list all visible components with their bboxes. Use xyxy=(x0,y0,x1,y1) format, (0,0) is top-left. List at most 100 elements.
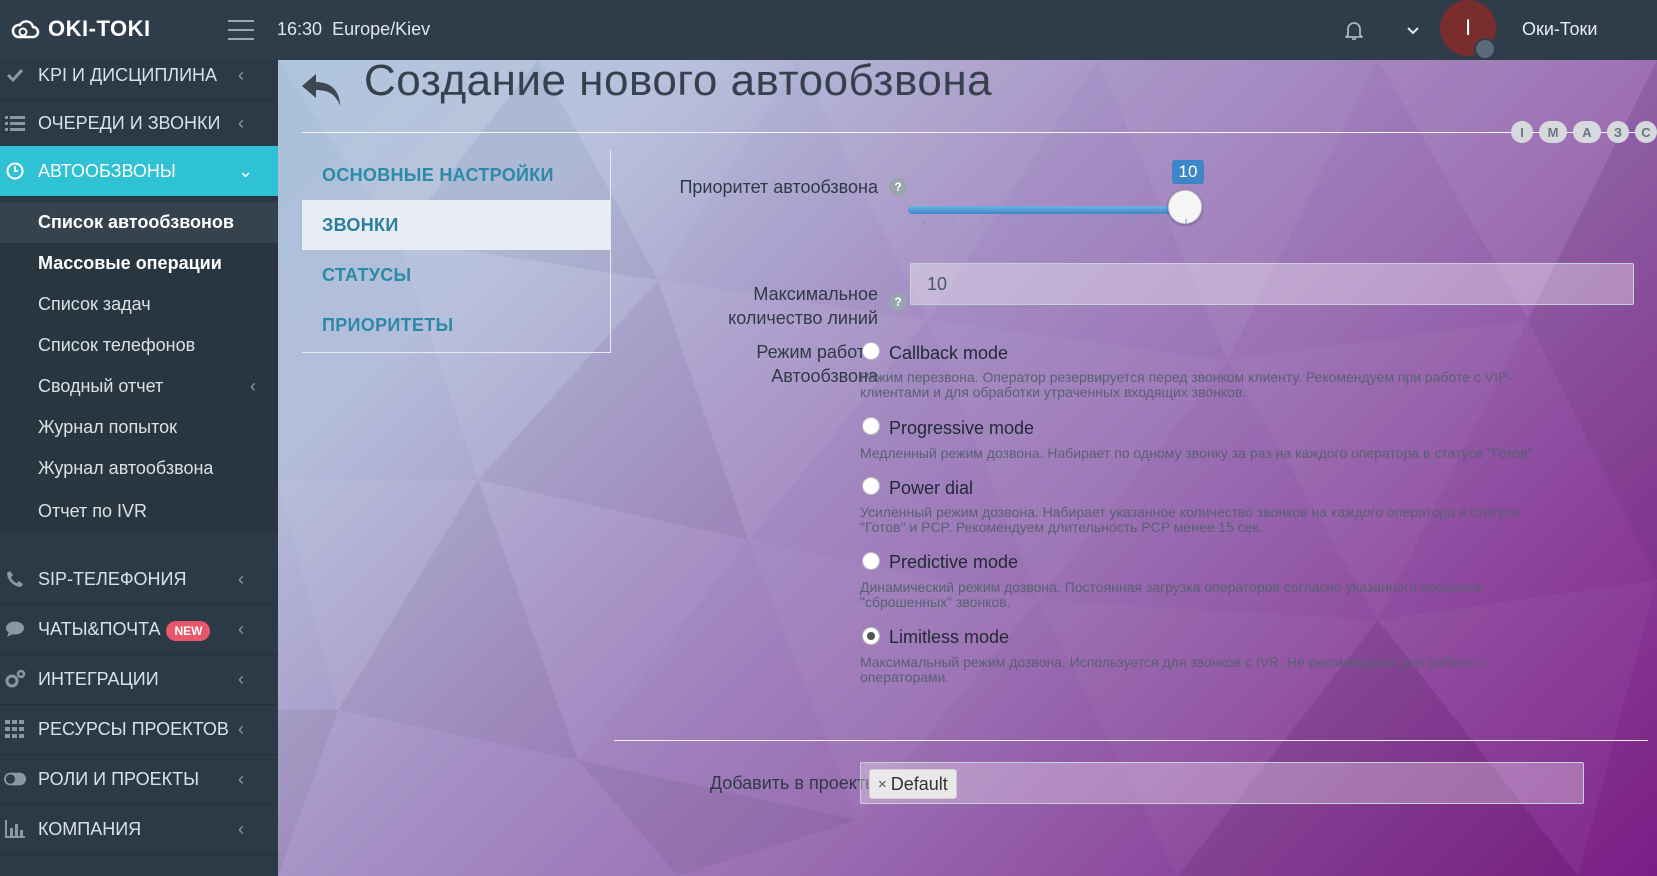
step-i[interactable]: I xyxy=(1511,121,1533,143)
check-icon xyxy=(4,64,26,86)
bell-icon[interactable] xyxy=(1342,18,1366,42)
mode-label-line1: Режим работы xyxy=(756,342,878,362)
form-divider xyxy=(614,740,1648,741)
step-m[interactable]: M xyxy=(1539,121,1567,143)
cloud-logo-icon xyxy=(11,20,40,39)
tab-calls[interactable]: ЗВОНКИ xyxy=(302,200,610,250)
back-arrow-icon[interactable] xyxy=(300,70,344,110)
sidebar-sub-summary-report[interactable]: Сводный отчет ‹ xyxy=(0,366,278,407)
sidebar-item-label: КОМПАНИЯ xyxy=(38,818,142,839)
timezone: Europe/Kiev xyxy=(332,19,431,39)
page-title: Создание нового автообзвона xyxy=(364,60,993,105)
sidebar-sub-ivr-report[interactable]: Отчет по IVR xyxy=(0,489,278,533)
radio-predictive-mode[interactable] xyxy=(862,552,880,570)
time: 16:30 xyxy=(277,19,323,39)
project-tag-default: × Default xyxy=(869,769,957,799)
projects-select[interactable]: × Default xyxy=(860,762,1584,804)
slider-ticks xyxy=(923,219,1187,226)
sidebar-sub-attempts-log[interactable]: Журнал попыток xyxy=(0,407,278,448)
sidebar: KPI И ДИСЦИПЛИНА ‹ ОЧЕРЕДИ И ЗВОНКИ ‹ АВ… xyxy=(0,60,278,876)
radio-limitless-mode[interactable] xyxy=(862,627,880,645)
chevron-left-icon: ‹ xyxy=(238,718,244,739)
progressive-mode-label[interactable]: Progressive mode xyxy=(889,418,1034,439)
max-lines-label: Максимальное количество линий xyxy=(628,282,878,330)
main-content: Создание нового автообзвона I M A З C ОС… xyxy=(278,60,1657,876)
sidebar-sub-label: Список телефонов xyxy=(38,335,196,355)
username[interactable]: Оки-Токи xyxy=(1522,19,1597,40)
gears-icon xyxy=(4,668,26,690)
sidebar-item-label: ОЧЕРЕДИ И ЗВОНКИ xyxy=(38,112,221,133)
chevron-down-icon[interactable] xyxy=(1405,22,1421,38)
new-badge: NEW xyxy=(166,620,211,641)
logo-text: OKI-TOKI xyxy=(48,16,151,41)
sidebar-item-queues[interactable]: ОЧЕРЕДИ И ЗВОНКИ ‹ xyxy=(0,98,278,149)
step-z[interactable]: З xyxy=(1607,121,1629,143)
sidebar-item-label: ИНТЕГРАЦИИ xyxy=(38,668,159,689)
max-lines-label-line1: Максимальное xyxy=(753,284,878,304)
sidebar-item-autodial[interactable]: АВТООБЗВОНЫ ⌄ xyxy=(0,146,278,197)
clock-icon xyxy=(4,160,26,182)
radio-power-dial[interactable] xyxy=(862,477,880,495)
priority-slider-track[interactable] xyxy=(908,206,1198,214)
sidebar-sub-phone-list[interactable]: Список телефонов xyxy=(0,325,278,366)
bar-chart-icon xyxy=(4,818,26,840)
sidebar-item-chats[interactable]: ЧАТЫ&ПОЧТА NEW ‹ xyxy=(0,604,278,655)
sidebar-item-sip[interactable]: SIP-ТЕЛЕФОНИЯ ‹ xyxy=(0,554,278,605)
sidebar-sub-label: Отчет по IVR xyxy=(38,500,148,521)
chevron-left-icon: ‹ xyxy=(238,668,244,689)
chevron-left-icon: ‹ xyxy=(238,112,244,133)
question-icon[interactable]: ? xyxy=(889,178,907,196)
sidebar-item-company[interactable]: КОМПАНИЯ ‹ xyxy=(0,804,278,855)
callback-mode-label[interactable]: Callback mode xyxy=(889,343,1008,364)
tab-priorities[interactable]: ПРИОРИТЕТЫ xyxy=(302,300,610,350)
sidebar-sub-mass-operations[interactable]: Массовые операции xyxy=(0,243,278,284)
step-a[interactable]: A xyxy=(1573,121,1601,143)
question-icon[interactable]: ? xyxy=(889,293,907,311)
sidebar-sub-label: Журнал автообзвона xyxy=(38,458,214,478)
settings-tabs: ОСНОВНЫЕ НАСТРОЙКИ ЗВОНКИ СТАТУСЫ ПРИОРИ… xyxy=(302,150,611,353)
sidebar-item-resources[interactable]: РЕСУРСЫ ПРОЕКТОВ ‹ xyxy=(0,704,278,755)
sidebar-item-roles[interactable]: РОЛИ И ПРОЕКТЫ ‹ xyxy=(0,754,278,805)
chevron-left-icon: ‹ xyxy=(250,376,256,396)
limitless-mode-label[interactable]: Limitless mode xyxy=(889,627,1009,648)
sidebar-item-integrations[interactable]: ИНТЕГРАЦИИ ‹ xyxy=(0,654,278,705)
title-divider xyxy=(302,132,1657,133)
sidebar-item-label: KPI И ДИСЦИПЛИНА xyxy=(38,64,218,85)
sidebar-item-kpi[interactable]: KPI И ДИСЦИПЛИНА ‹ xyxy=(0,50,278,101)
grid-icon xyxy=(4,718,26,740)
chevron-left-icon: ‹ xyxy=(238,64,244,85)
mode-label: Режим работы Автообзвона xyxy=(628,340,878,388)
status-dot xyxy=(1474,38,1496,60)
sidebar-sub-label: Сводный отчет xyxy=(38,376,164,396)
list-icon xyxy=(4,112,26,134)
radio-callback-mode[interactable] xyxy=(862,342,880,360)
predictive-mode-label[interactable]: Predictive mode xyxy=(889,552,1018,573)
chevron-left-icon: ‹ xyxy=(238,768,244,789)
power-dial-desc: Усиленный режим дозвона. Набирает указан… xyxy=(860,504,1520,535)
logo[interactable]: OKI-TOKI xyxy=(10,16,151,42)
sidebar-item-text: ЧАТЫ&ПОЧТА xyxy=(38,618,161,639)
step-c[interactable]: C xyxy=(1635,121,1657,143)
remove-tag-icon[interactable]: × xyxy=(878,776,887,793)
chevron-down-icon: ⌄ xyxy=(238,160,254,181)
sidebar-item-label: ЧАТЫ&ПОЧТА NEW xyxy=(38,618,238,641)
max-lines-input[interactable]: 10 xyxy=(910,263,1634,305)
sidebar-sub-task-list[interactable]: Список задач xyxy=(0,284,278,325)
project-tag-label: Default xyxy=(890,773,948,794)
power-dial-label[interactable]: Power dial xyxy=(889,478,973,499)
chevron-left-icon: ‹ xyxy=(238,618,244,639)
tab-statuses[interactable]: СТАТУСЫ xyxy=(302,250,610,300)
sidebar-sub-label: Список задач xyxy=(38,294,151,314)
sidebar-item-label: РЕСУРСЫ ПРОЕКТОВ xyxy=(38,718,229,739)
sidebar-sub-autodial-log[interactable]: Журнал автообзвона xyxy=(0,448,278,489)
sidebar-sub-label: Список автообзвонов xyxy=(38,212,234,232)
callback-mode-desc: Режим перезвона. Оператор резервируется … xyxy=(860,369,1513,400)
tab-main-settings[interactable]: ОСНОВНЫЕ НАСТРОЙКИ xyxy=(302,150,610,200)
chevron-left-icon: ‹ xyxy=(238,568,244,589)
sidebar-item-label: РОЛИ И ПРОЕКТЫ xyxy=(38,768,200,789)
sidebar-sub-autodial-list[interactable]: Список автообзвонов xyxy=(0,202,278,243)
menu-toggle-icon[interactable] xyxy=(228,20,254,40)
phone-icon xyxy=(4,568,26,590)
predictive-mode-desc: Динамический режим дозвона. Постоянная з… xyxy=(860,579,1482,610)
radio-progressive-mode[interactable] xyxy=(862,417,880,435)
